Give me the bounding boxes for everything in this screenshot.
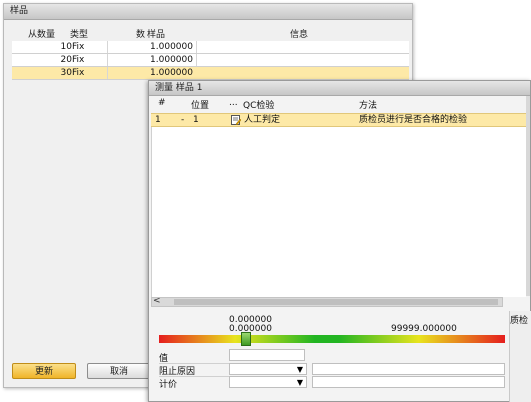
chevron-down-icon[interactable]: ▼ [297,378,303,387]
col-method[interactable]: 方法 [359,98,377,111]
row-method: 质检员进行是否合格的检验 [359,115,468,125]
measurement-grid-header: # 位置 ... QC检验 方法 [149,98,530,111]
row-from-qty: 20 [60,55,72,65]
scroll-left-icon[interactable]: < [153,296,161,306]
horizontal-scrollbar[interactable]: < [151,296,503,307]
row-qc-check: 人工判定 [244,115,281,125]
col-position[interactable]: 位置 [191,98,209,111]
col-sample[interactable]: 样品 [147,27,165,40]
row-num: 1 [155,115,161,125]
col-num[interactable]: # [158,98,166,108]
row-position: 1 [193,115,199,125]
vertical-scrollbar[interactable] [526,96,530,296]
col-from-qty[interactable]: 从数量 [28,27,55,40]
value-input[interactable] [229,349,305,361]
measurement-window-title: 测量 样品 1 [149,81,530,96]
samples-grid-header: 从数量 类型 数 样品 信息 [4,26,412,40]
col-count[interactable]: 数 [136,27,145,40]
table-row[interactable]: 20 Fix 1.000000 [12,54,409,67]
row-type: Fix [72,55,85,65]
col-type[interactable]: 类型 [70,27,88,40]
pricing-text[interactable] [312,376,505,388]
row-sample: 1.000000 [150,42,193,52]
row-sample: 1.000000 [150,55,193,65]
col-qc-check[interactable]: QC检验 [243,98,274,111]
row-dash: - [181,115,185,125]
stop-reason-select[interactable]: ▼ [229,363,307,375]
row-sample: 1.000000 [150,68,193,78]
row-type: Fix [72,42,85,52]
row-from-qty: 30 [60,68,72,78]
chevron-down-icon[interactable]: ▼ [297,365,303,374]
table-row[interactable]: 30 Fix 1.000000 [12,67,409,80]
measurement-window: 测量 样品 1 # 位置 ... QC检验 方法 1 - 1 人工判定 质检员进… [148,80,531,402]
measurement-grid-body [151,127,526,297]
samples-window-title: 样品 [4,4,412,20]
pricing-label: 计价 [159,380,178,390]
meter-handle[interactable] [240,332,251,346]
row-from-qty: 10 [60,42,72,52]
table-row[interactable]: 10 Fix 1.000000 [12,41,409,54]
measurement-meter [159,335,505,343]
meter-max: 99999.000000 [391,324,457,334]
side-panel: 质检 [509,311,531,402]
cancel-button[interactable]: 取消 [87,363,151,379]
col-info[interactable]: 信息 [290,27,308,40]
col-ellipsis[interactable]: ... [229,98,238,108]
update-button[interactable]: 更新 [12,363,76,379]
pricing-select[interactable]: ▼ [229,376,307,388]
row-type: Fix [72,68,85,78]
scroll-thumb[interactable] [174,299,498,305]
stop-reason-text[interactable] [312,363,505,375]
table-row[interactable]: 1 - 1 人工判定 质检员进行是否合格的检验 [151,113,526,127]
side-label: 质检 [510,316,529,326]
